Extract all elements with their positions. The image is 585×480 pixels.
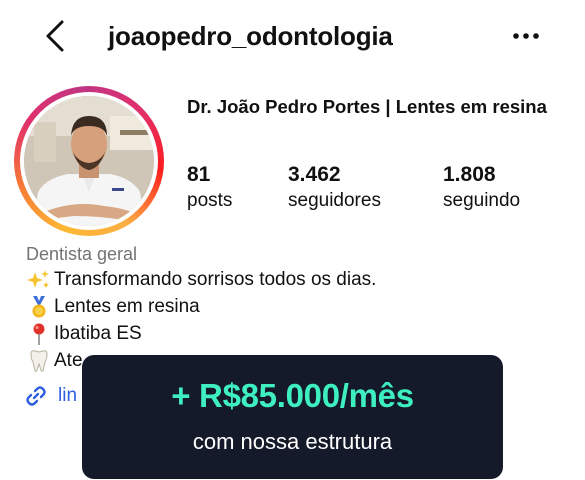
story-ring[interactable] [14,86,164,236]
back-button[interactable] [40,18,70,54]
bio-text: Lentes em resina [54,296,200,317]
bio-line: Transformando sorrisos todos os dias. [26,269,376,291]
profile-category: Dentista geral [26,244,138,264]
stat-following-label: seguindo [443,190,521,211]
bio-link[interactable]: lin [24,384,77,408]
bio-line: Ate [26,350,83,372]
medal-icon [26,296,54,318]
bio-line: Lentes em resina [26,296,200,318]
profile-username: joaopedro_odontologia [108,21,393,51]
stat-posts[interactable]: 81 posts [187,162,232,214]
tooth-icon [26,350,54,372]
bio-text: Ate [54,350,83,371]
bio-link-text: lin [58,385,78,406]
stat-followers-label: seguidores [288,190,381,211]
promo-amount: + R$85.000/mês [171,377,414,414]
profile-display-name: Dr. João Pedro Portes | Lentes em resina [187,96,547,117]
more-horizontal-icon [513,33,539,39]
stat-posts-value: 81 [187,163,211,186]
chevron-left-icon [46,20,64,52]
sparkles-icon [26,269,54,291]
bio-line: Ibatiba ES [26,323,142,345]
bio-text: Ibatiba ES [54,323,142,344]
stat-followers[interactable]: 3.462 seguidores [288,162,381,214]
profile-photo [24,96,154,226]
link-icon [26,386,46,406]
avatar [24,96,154,226]
profile-header: joaopedro_odontologia [0,0,585,72]
stat-followers-value: 3.462 [288,163,341,186]
promo-banner: + R$85.000/mês com nossa estrutura [82,355,503,479]
stat-following-value: 1.808 [443,163,496,186]
pin-icon [26,323,54,345]
bio-text: Transformando sorrisos todos os dias. [54,269,377,290]
stat-posts-label: posts [187,190,233,211]
promo-subtitle: com nossa estrutura [192,429,393,454]
more-options-button[interactable] [506,22,546,50]
stat-following[interactable]: 1.808 seguindo [443,162,520,214]
